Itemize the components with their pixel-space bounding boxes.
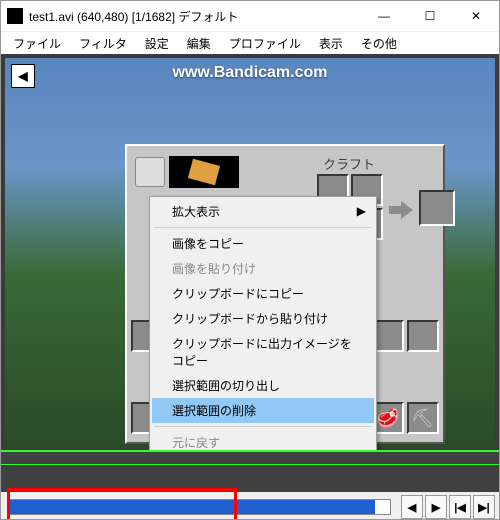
next-frame-button[interactable]: ▶ — [425, 495, 447, 519]
craft-result-slot[interactable] — [419, 190, 455, 226]
menu-view[interactable]: 表示 — [311, 33, 351, 54]
ctx-separator — [154, 227, 372, 228]
menu-filter[interactable]: フィルタ — [71, 33, 135, 54]
menu-other[interactable]: その他 — [353, 33, 405, 54]
player-skin-preview — [169, 156, 239, 188]
titlebar[interactable]: test1.avi (640,480) [1/1682] デフォルト — ☐ ✕ — [1, 1, 499, 32]
ctx-copy-output[interactable]: クリップボードに出力イメージをコピー — [152, 331, 374, 373]
inv-slot[interactable] — [407, 320, 439, 352]
maximize-button[interactable]: ☐ — [407, 1, 453, 31]
ctx-cut-selection[interactable]: 選択範囲の切り出し — [152, 373, 374, 398]
craft-label: クラフト — [323, 154, 375, 173]
ctx-label: 拡大表示 — [172, 205, 220, 219]
minimize-button[interactable]: — — [361, 1, 407, 31]
ctx-copy-image[interactable]: 画像をコピー — [152, 231, 374, 256]
content-area: ◀ www.Bandicam.com クラフト — [1, 54, 499, 450]
hotbar-slot[interactable]: ⛏ — [407, 402, 439, 434]
timeline-area: ◀ ▶ |◀ ▶| — [1, 450, 499, 520]
ctx-zoom[interactable]: 拡大表示 ▶ — [152, 199, 374, 224]
timeline-ruler[interactable] — [1, 452, 499, 465]
watermark-text: www.Bandicam.com — [5, 64, 495, 82]
window-title: test1.avi (640,480) [1/1682] デフォルト — [29, 8, 361, 25]
app-window: test1.avi (640,480) [1/1682] デフォルト — ☐ ✕… — [0, 0, 500, 520]
annotation-highlight — [7, 488, 237, 520]
menu-settings[interactable]: 設定 — [137, 33, 177, 54]
app-icon — [7, 8, 23, 24]
menu-profile[interactable]: プロファイル — [221, 33, 309, 54]
last-frame-button[interactable]: ▶| — [473, 495, 495, 519]
close-button[interactable]: ✕ — [453, 1, 499, 31]
player-face-icon — [135, 157, 165, 187]
menubar: ファイル フィルタ 設定 編集 プロファイル 表示 その他 — [1, 32, 499, 54]
ctx-separator — [154, 426, 372, 427]
ctx-paste-image: 画像を貼り付け — [152, 256, 374, 281]
submenu-arrow-icon: ▶ — [357, 204, 366, 218]
menu-edit[interactable]: 編集 — [179, 33, 219, 54]
first-frame-button[interactable]: |◀ — [449, 495, 471, 519]
ctx-paste-clipboard[interactable]: クリップボードから貼り付け — [152, 306, 374, 331]
prev-frame-button[interactable]: ◀ — [401, 495, 423, 519]
ctx-delete-selection[interactable]: 選択範囲の削除 — [152, 398, 374, 423]
ctx-copy-clipboard[interactable]: クリップボードにコピー — [152, 281, 374, 306]
menu-file[interactable]: ファイル — [5, 33, 69, 54]
craft-arrow-icon — [389, 201, 415, 219]
